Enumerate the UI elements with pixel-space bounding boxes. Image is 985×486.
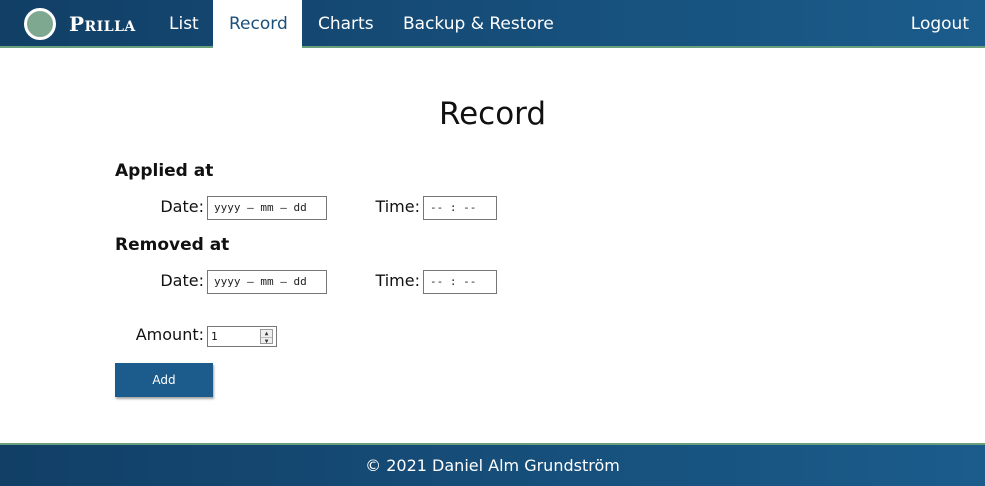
chevron-up-icon[interactable]: ▲ [261,330,272,338]
add-button[interactable]: Add [115,363,213,397]
nav-item-backup-restore[interactable]: Backup & Restore [387,0,570,48]
footer-copyright: © 2021 Daniel Alm Grundström [365,456,620,475]
brand-name[interactable]: Prilla [69,12,136,36]
removed-time-input[interactable]: -- : -- [423,270,497,294]
applied-at-heading: Applied at [115,161,214,181]
removed-date-label: Date: [160,271,204,290]
amount-value: 1 [211,330,218,343]
nav-item-record[interactable]: Record [213,0,302,48]
removed-at-heading: Removed at [115,235,230,255]
amount-spinner[interactable]: ▲ ▼ [260,329,273,345]
applied-date-input[interactable]: yyyy – mm – dd [207,196,327,220]
nav-item-charts[interactable]: Charts [302,0,390,48]
page-title: Record [438,96,547,132]
top-navbar: Prilla List Record Charts Backup & Resto… [0,0,985,48]
applied-time-input[interactable]: -- : -- [423,196,497,220]
nav-item-list[interactable]: List [153,0,215,48]
removed-date-input[interactable]: yyyy – mm – dd [207,270,327,294]
amount-label: Amount: [135,325,204,344]
logout-link[interactable]: Logout [895,0,985,48]
removed-time-label: Time: [375,271,420,290]
chevron-down-icon[interactable]: ▼ [261,338,272,345]
footer: © 2021 Daniel Alm Grundström [0,443,985,486]
applied-time-label: Time: [375,197,420,216]
applied-date-label: Date: [160,197,204,216]
amount-input[interactable]: 1 ▲ ▼ [207,326,277,347]
circle-logo-icon[interactable] [24,8,56,40]
